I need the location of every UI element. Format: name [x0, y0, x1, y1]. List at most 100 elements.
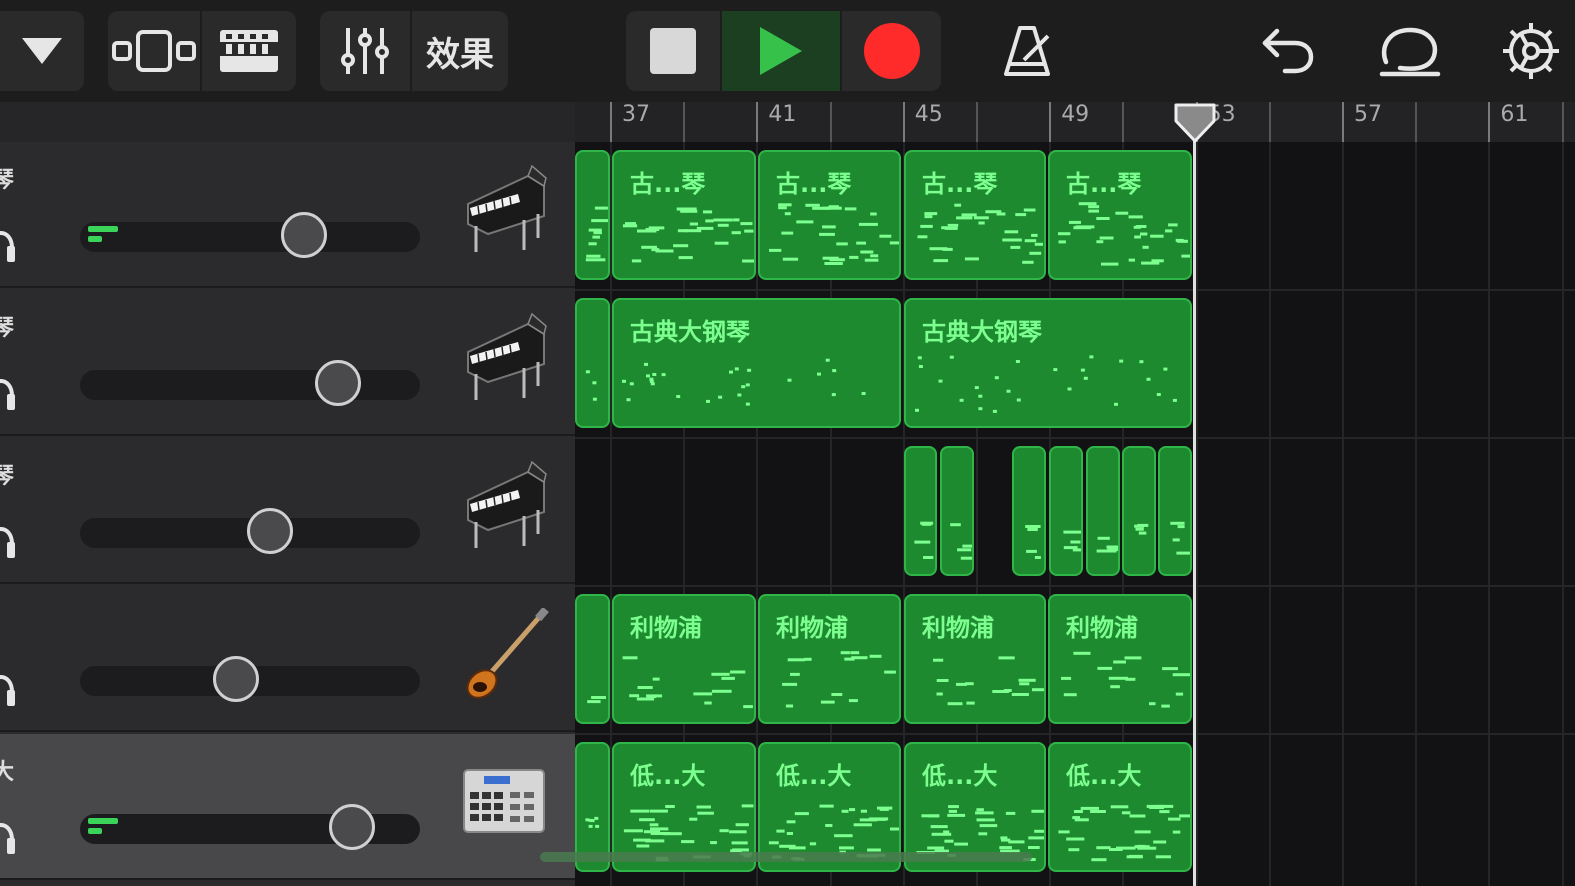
- volume-knob[interactable]: [247, 508, 294, 554]
- record-button[interactable]: [842, 11, 941, 91]
- mixer-button[interactable]: [320, 11, 412, 91]
- bar-ruler[interactable]: 37 41 45 49 53 57 61: [575, 102, 1575, 142]
- region[interactable]: 低...大: [1048, 742, 1192, 872]
- region[interactable]: 古典大钢琴: [904, 298, 1192, 428]
- drum-machine-icon[interactable]: [458, 756, 550, 856]
- track-separator: [575, 437, 1575, 439]
- bar-number: 41: [768, 102, 797, 127]
- note-pattern: [1025, 525, 1041, 559]
- grand-piano-icon[interactable]: [458, 460, 550, 560]
- track-header[interactable]: 琴: [0, 142, 575, 288]
- headphones-icon[interactable]: [0, 368, 16, 412]
- ruler-tick: [976, 102, 978, 142]
- ruler-tick: [1342, 102, 1344, 142]
- track-header[interactable]: [0, 586, 575, 732]
- ruler-tick: [1561, 102, 1564, 142]
- settings-icon: [1503, 23, 1559, 79]
- stop-button[interactable]: [626, 11, 722, 91]
- playhead-handle[interactable]: [1174, 103, 1216, 143]
- track-header[interactable]: 琴: [0, 438, 575, 584]
- region[interactable]: [575, 298, 610, 428]
- stop-icon: [650, 28, 696, 74]
- region[interactable]: [940, 446, 974, 576]
- effects-button[interactable]: 效果: [412, 11, 508, 91]
- headphones-icon[interactable]: [0, 516, 16, 560]
- bar-number: 45: [914, 102, 943, 127]
- bar-number: 49: [1061, 102, 1090, 127]
- undo-icon: [1262, 28, 1314, 74]
- region[interactable]: [575, 594, 610, 724]
- volume-slider[interactable]: [80, 360, 420, 406]
- mixer-icon: [341, 28, 389, 74]
- effects-label: 效果: [426, 34, 494, 75]
- grand-piano-icon[interactable]: [458, 312, 550, 412]
- region-label: 古...琴: [776, 170, 852, 198]
- grand-piano-icon[interactable]: [458, 164, 550, 264]
- region[interactable]: 利物浦: [612, 594, 756, 724]
- play-button[interactable]: [722, 11, 842, 91]
- region-label: 古...琴: [630, 170, 706, 198]
- volume-slider[interactable]: [80, 804, 420, 850]
- ruler-tick: [1415, 102, 1418, 142]
- region[interactable]: [575, 150, 610, 280]
- region[interactable]: 利物浦: [1048, 594, 1192, 724]
- bass-guitar-icon[interactable]: [458, 608, 550, 708]
- horizontal-scrollbar[interactable]: [540, 852, 1032, 862]
- volume-knob[interactable]: [213, 656, 260, 702]
- region[interactable]: 利物浦: [904, 594, 1046, 724]
- region[interactable]: 古...琴: [904, 150, 1046, 280]
- region-label: 利物浦: [1066, 614, 1138, 642]
- region[interactable]: [1012, 446, 1046, 576]
- settings-button[interactable]: [1500, 11, 1562, 91]
- track-header[interactable]: 琴: [0, 290, 575, 436]
- volume-slider[interactable]: [80, 508, 420, 554]
- metronome-icon: [1004, 26, 1050, 76]
- mixer-group: 效果: [320, 11, 508, 91]
- browser-button[interactable]: [202, 11, 296, 91]
- metronome-button[interactable]: [995, 11, 1059, 91]
- loop-button[interactable]: [1376, 11, 1444, 91]
- toolbar: 效果: [0, 0, 1575, 102]
- region[interactable]: [1158, 446, 1192, 576]
- ruler-tick: [1122, 102, 1125, 142]
- grid-line: [1488, 142, 1491, 886]
- grid-line: [1342, 142, 1344, 886]
- headphones-icon[interactable]: [0, 220, 16, 264]
- track-menu-group: [0, 11, 84, 91]
- note-pattern: [1096, 536, 1118, 553]
- volume-slider[interactable]: [80, 212, 420, 258]
- track-header-top: [0, 102, 575, 144]
- region[interactable]: [1049, 446, 1083, 576]
- playhead-line: [1193, 128, 1196, 886]
- play-icon: [760, 27, 802, 75]
- volume-slider[interactable]: [80, 656, 420, 702]
- note-pattern: [587, 696, 606, 704]
- region[interactable]: [1086, 446, 1120, 576]
- transport-group: [626, 11, 941, 91]
- track-name: 琴: [0, 464, 15, 489]
- region[interactable]: [1122, 446, 1156, 576]
- level-meter: [88, 226, 118, 246]
- region[interactable]: 古典大钢琴: [612, 298, 901, 428]
- volume-knob[interactable]: [329, 804, 375, 850]
- track-menu-button[interactable]: [0, 11, 84, 91]
- headphones-icon[interactable]: [0, 812, 16, 856]
- region[interactable]: 古...琴: [758, 150, 901, 280]
- region-label: 低...大: [776, 762, 852, 790]
- track-header-column: 琴琴琴大: [0, 102, 575, 886]
- note-pattern: [950, 523, 972, 560]
- region[interactable]: 利物浦: [758, 594, 901, 724]
- region[interactable]: 古...琴: [1048, 150, 1192, 280]
- volume-knob[interactable]: [315, 360, 362, 406]
- arrange-grid[interactable]: 古...琴 古...琴 古...琴 古...琴 古典大钢琴 古典大钢琴 利物浦 利物浦 利物浦 利…: [575, 142, 1575, 886]
- undo-button[interactable]: [1256, 11, 1320, 91]
- track-header[interactable]: 大: [0, 734, 575, 880]
- region-label: 利物浦: [630, 614, 702, 642]
- region[interactable]: [904, 446, 937, 576]
- headphones-icon[interactable]: [0, 664, 16, 708]
- volume-knob[interactable]: [281, 212, 328, 258]
- region[interactable]: 古...琴: [612, 150, 756, 280]
- ruler-tick: [756, 102, 759, 142]
- tracks-view-button[interactable]: [108, 11, 202, 91]
- note-pattern: [585, 370, 597, 401]
